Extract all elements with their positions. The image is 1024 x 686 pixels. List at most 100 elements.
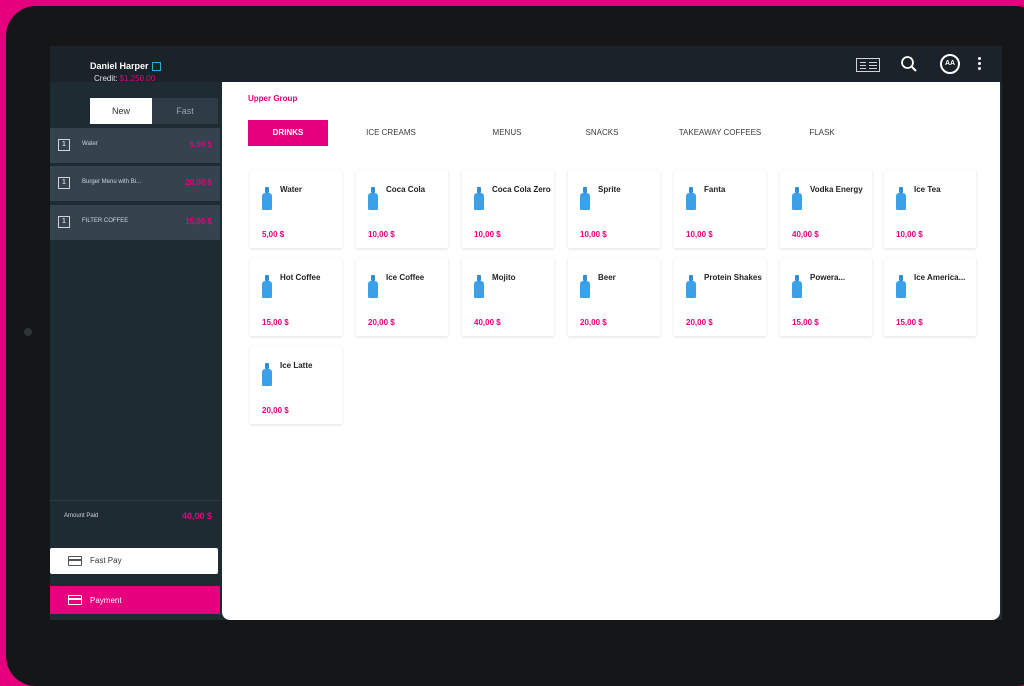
product-card-coca-cola[interactable]: Coca Cola 10,00 $ — [356, 170, 448, 248]
product-name: Ice America... — [914, 273, 966, 282]
payment-label: Payment — [90, 596, 122, 605]
tablet-frame: Daniel Harper Credit: $1,250.00 AA New Fa… — [6, 6, 1024, 686]
order-item[interactable]: 1 Burger Menu with Bi... 20,00 $ — [50, 166, 220, 201]
bottle-icon — [474, 275, 484, 298]
bottle-icon — [262, 363, 272, 386]
category-tab-snacks[interactable]: SNACKS — [562, 120, 642, 146]
bottle-icon — [580, 187, 590, 210]
product-card-powerade[interactable]: Powera... 15,00 $ — [780, 258, 872, 336]
product-price: 20,00 $ — [262, 406, 289, 415]
product-card-coca-cola-zero[interactable]: Coca Cola Zero 10,00 $ — [462, 170, 554, 248]
product-price: 40,00 $ — [474, 318, 501, 327]
product-name: Water — [280, 185, 302, 194]
more-vertical-icon[interactable] — [976, 55, 982, 73]
pos-screen: Daniel Harper Credit: $1,250.00 AA New Fa… — [50, 46, 1002, 620]
product-name: Powera... — [810, 273, 846, 282]
quantity-badge: 1 — [58, 139, 70, 151]
product-panel: Upper Group DRINKS ICE CREAMS MENUS SNAC… — [222, 82, 1000, 620]
category-tab-takeaway-coffees[interactable]: TAKEAWAY COFFEES — [658, 120, 782, 146]
amount-paid-value: 40,00 $ — [181, 511, 212, 521]
bottle-icon — [262, 275, 272, 298]
category-tab-menus[interactable]: MENUS — [467, 120, 547, 146]
product-card-hot-coffee[interactable]: Hot Coffee 15,00 $ — [250, 258, 342, 336]
tab-fast[interactable]: Fast — [152, 98, 218, 124]
bottle-icon — [686, 187, 696, 210]
product-name: Protein Shakes — [704, 273, 762, 282]
order-item-name: Water — [82, 141, 98, 147]
product-card-ice-americano[interactable]: Ice America... 15,00 $ — [884, 258, 976, 336]
product-card-fanta[interactable]: Fanta 10,00 $ — [674, 170, 766, 248]
fast-pay-label: Fast Pay — [90, 556, 122, 565]
product-name: Coca Cola — [386, 185, 426, 194]
bottle-icon — [580, 275, 590, 298]
product-card-protein-shakes[interactable]: Protein Shakes 20,00 $ — [674, 258, 766, 336]
product-card-beer[interactable]: Beer 20,00 $ — [568, 258, 660, 336]
product-price: 10,00 $ — [896, 230, 923, 239]
product-name: Beer — [598, 273, 616, 282]
order-item-price: 20,00 $ — [185, 178, 212, 187]
bottle-icon — [792, 275, 802, 298]
product-price: 20,00 $ — [368, 318, 395, 327]
product-price: 15,00 $ — [792, 318, 819, 327]
user-name: Daniel Harper — [90, 61, 161, 72]
card-icon — [68, 595, 82, 605]
product-card-sprite[interactable]: Sprite 10,00 $ — [568, 170, 660, 248]
table-view-icon[interactable] — [856, 58, 880, 72]
search-icon[interactable] — [900, 55, 918, 73]
bottle-icon — [896, 187, 906, 210]
bottle-icon — [896, 275, 906, 298]
avatar[interactable]: AA — [940, 54, 960, 74]
product-name: Ice Tea — [914, 185, 941, 194]
bottle-icon — [792, 187, 802, 210]
product-price: 10,00 $ — [474, 230, 501, 239]
fast-pay-button[interactable]: Fast Pay — [50, 548, 218, 574]
order-item-name: FILTER COFFEE — [82, 218, 129, 224]
camera-dot — [24, 328, 32, 336]
product-card-mojito[interactable]: Mojito 40,00 $ — [462, 258, 554, 336]
order-item-price: 5,00 $ — [189, 140, 212, 149]
amount-paid-label: Amount Paid — [64, 513, 99, 519]
group-label: Upper Group — [248, 94, 298, 103]
product-card-vodka-energy[interactable]: Vodka Energy 40,00 $ — [780, 170, 872, 248]
product-card-water[interactable]: Water 5,00 $ — [250, 170, 342, 248]
product-price: 15,00 $ — [262, 318, 289, 327]
product-price: 5,00 $ — [262, 230, 285, 239]
order-item[interactable]: 1 FILTER COFFEE 15,00 $ — [50, 205, 220, 240]
product-price: 10,00 $ — [368, 230, 395, 239]
category-tab-ice-creams[interactable]: ICE CREAMS — [346, 120, 436, 146]
order-item-price: 15,00 $ — [185, 217, 212, 226]
product-name: Vodka Energy — [810, 185, 863, 194]
product-name: Ice Latte — [280, 361, 313, 370]
order-tabs: New Fast — [90, 98, 220, 124]
bottle-icon — [368, 275, 378, 298]
bottle-icon — [686, 275, 696, 298]
credits-value: $1,250.00 — [119, 74, 156, 83]
tab-new[interactable]: New — [90, 98, 152, 124]
category-tab-flask[interactable]: FLASK — [792, 120, 852, 146]
amount-paid-row: Amount Paid 40,00 $ — [50, 500, 220, 531]
category-tab-drinks[interactable]: DRINKS — [248, 120, 328, 146]
order-item[interactable]: 1 Water 5,00 $ — [50, 128, 220, 163]
top-bar: Daniel Harper Credit: $1,250.00 AA — [50, 46, 1002, 83]
product-card-ice-latte[interactable]: Ice Latte 20,00 $ — [250, 346, 342, 424]
bottle-icon — [262, 187, 272, 210]
product-name: Sprite — [598, 185, 621, 194]
product-price: 10,00 $ — [686, 230, 713, 239]
bottle-icon — [474, 187, 484, 210]
user-check-icon — [151, 62, 161, 72]
payment-button[interactable]: Payment — [50, 586, 220, 614]
product-card-ice-tea[interactable]: Ice Tea 10,00 $ — [884, 170, 976, 248]
product-price: 20,00 $ — [686, 318, 713, 327]
product-price: 20,00 $ — [580, 318, 607, 327]
product-price: 40,00 $ — [792, 230, 819, 239]
product-price: 10,00 $ — [580, 230, 607, 239]
product-name: Coca Cola Zero — [492, 185, 551, 194]
product-name: Hot Coffee — [280, 273, 321, 282]
order-item-name: Burger Menu with Bi... — [82, 179, 142, 185]
bottle-icon — [368, 187, 378, 210]
credits: Credit: $1,250.00 — [94, 74, 156, 83]
product-name: Ice Coffee — [386, 273, 425, 282]
product-card-ice-coffee[interactable]: Ice Coffee 20,00 $ — [356, 258, 448, 336]
product-price: 15,00 $ — [896, 318, 923, 327]
card-icon — [68, 556, 82, 566]
